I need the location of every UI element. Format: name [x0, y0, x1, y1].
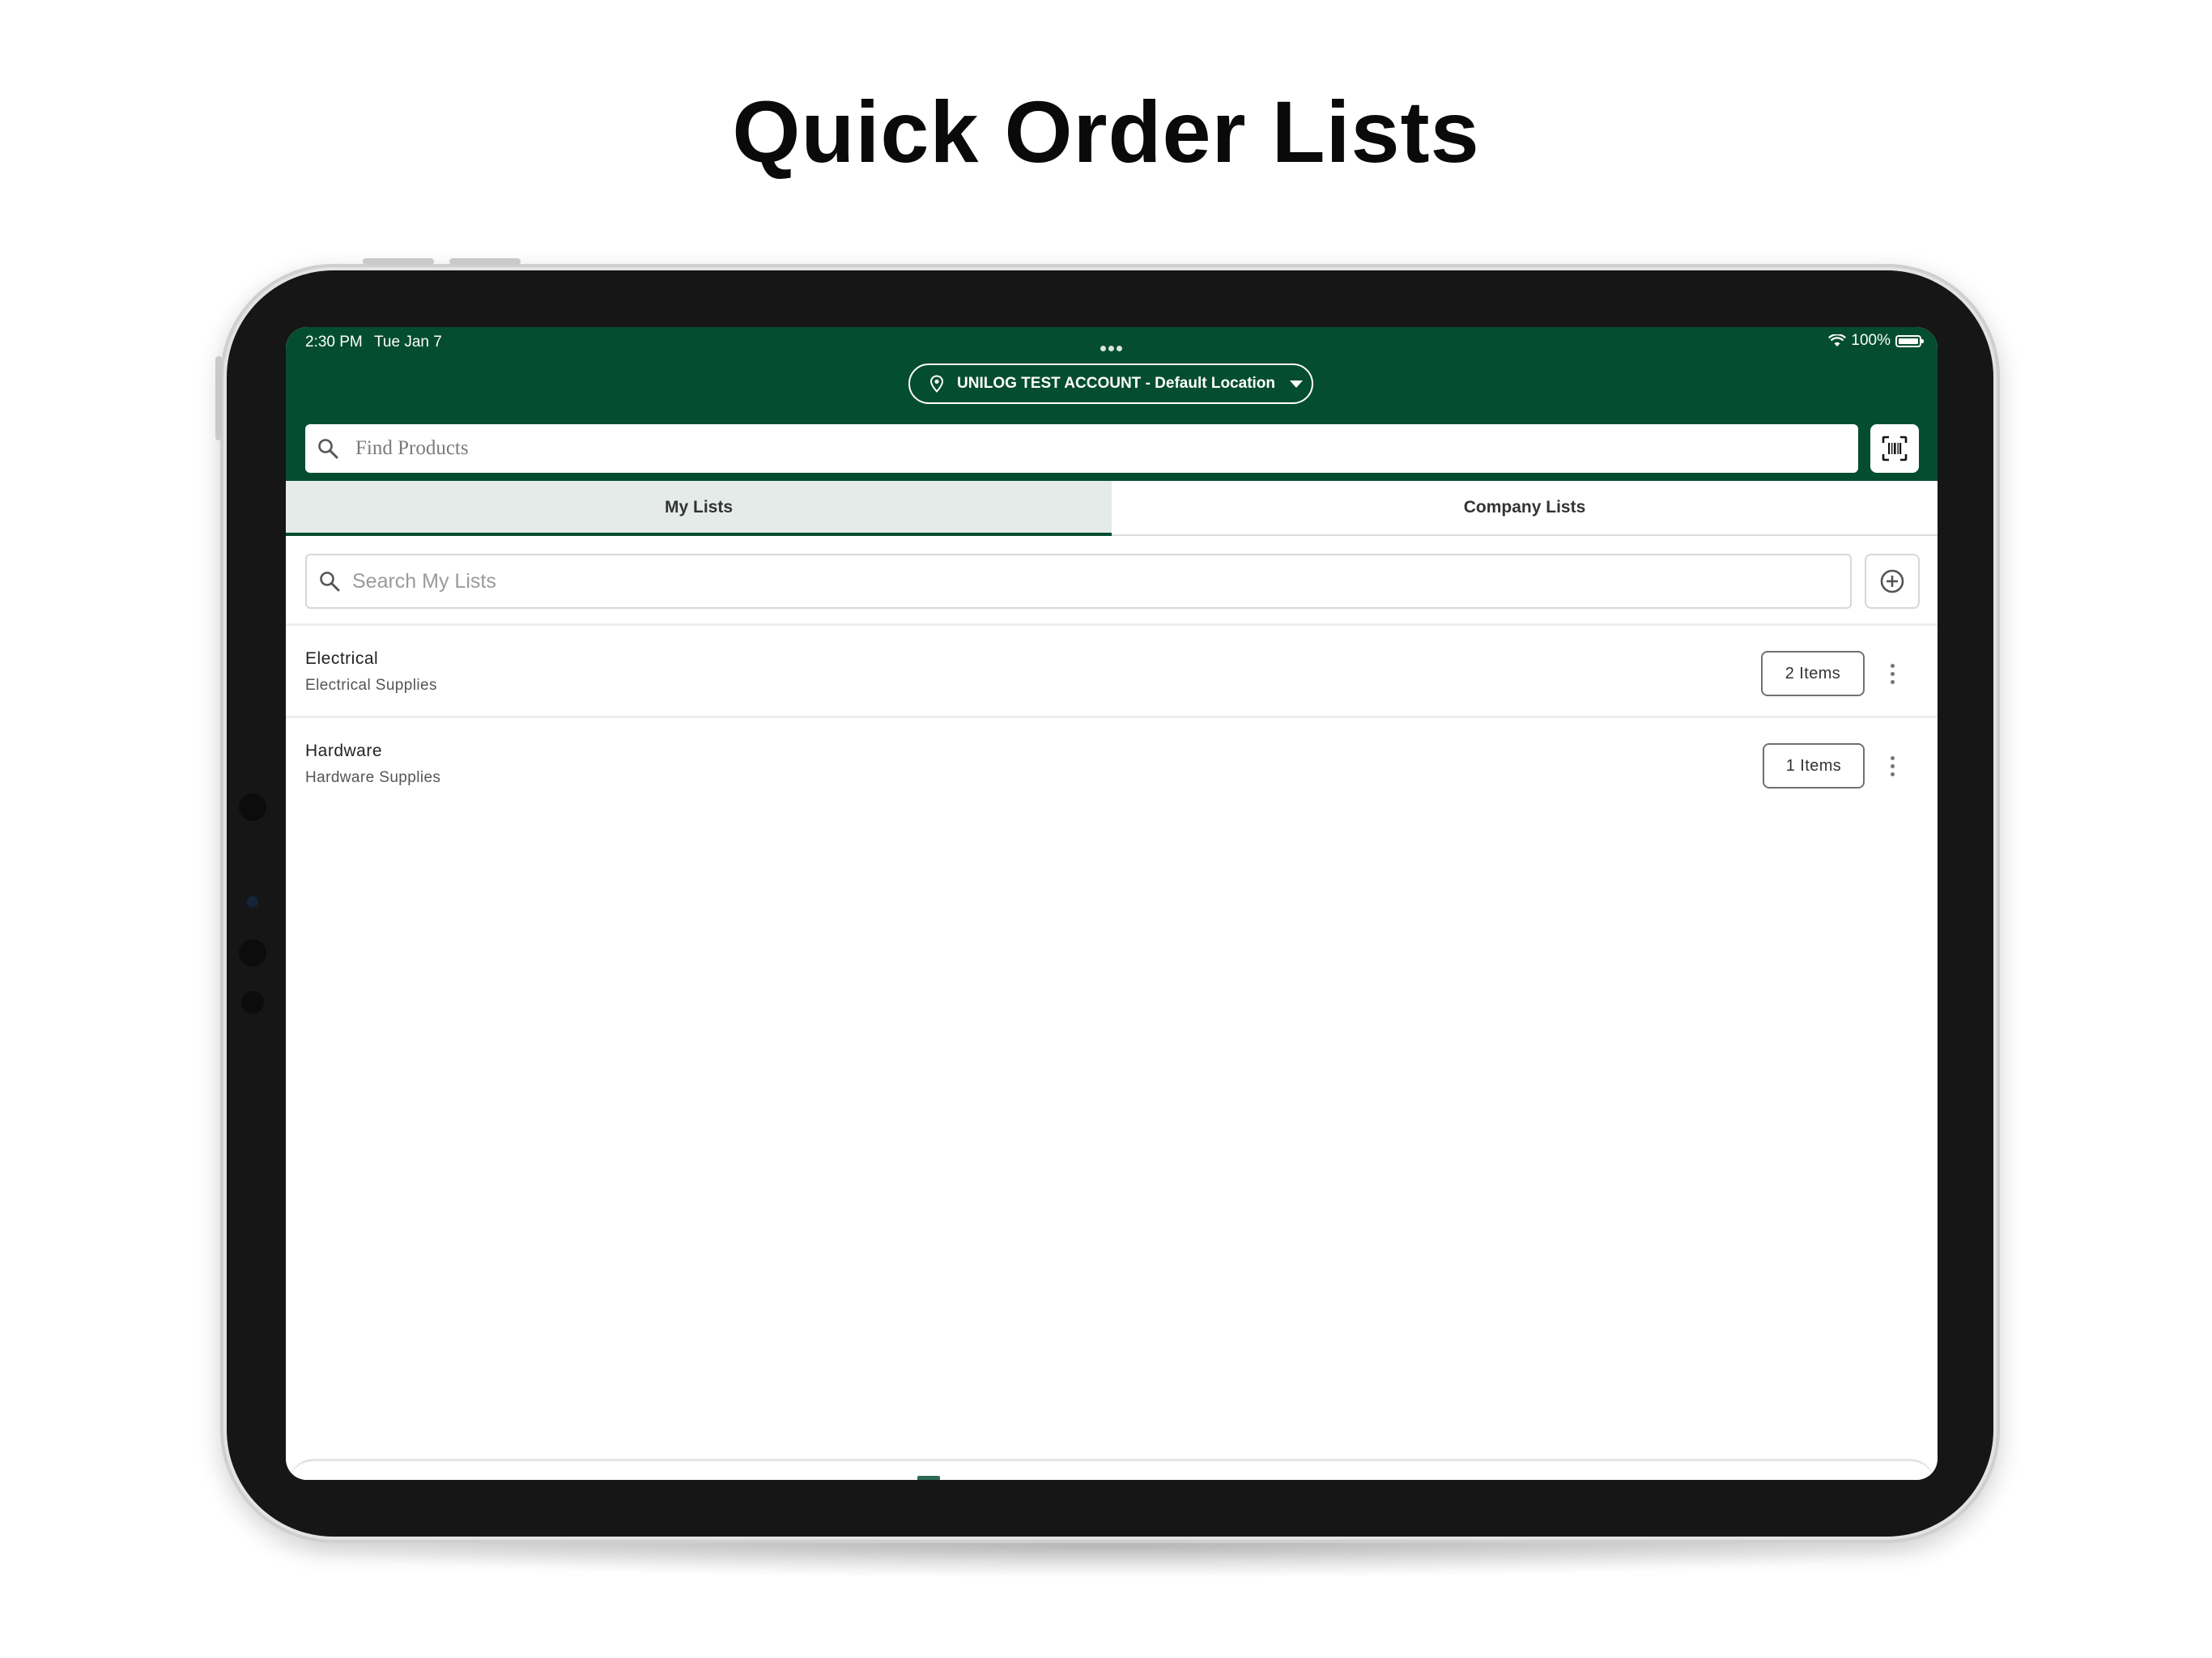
tab-company-lists[interactable]: Company Lists — [1112, 481, 1938, 534]
chevron-down-icon — [1290, 380, 1304, 388]
barcode-scan-button[interactable] — [1870, 424, 1919, 473]
power-button-side — [215, 356, 222, 440]
battery-percent: 100% — [1851, 332, 1891, 349]
camera-sensor — [239, 793, 266, 821]
search-my-lists-placeholder: Search My Lists — [352, 569, 496, 593]
list-subtitle: Hardware Supplies — [305, 769, 441, 786]
search-my-lists-input[interactable]: Search My Lists — [305, 554, 1852, 609]
camera-lens — [247, 896, 258, 908]
add-list-button[interactable] — [1865, 554, 1920, 609]
location-pin-icon — [929, 375, 944, 393]
list-divider — [286, 623, 1938, 626]
list-items-count-button[interactable]: 1 Items — [1763, 743, 1865, 789]
page-headline: Quick Order Lists — [732, 83, 1480, 181]
multitasking-dots[interactable] — [1100, 338, 1125, 351]
list-title: Electrical — [305, 649, 379, 668]
status-right: 100% — [1828, 332, 1924, 350]
list-items-count-button[interactable]: 2 Items — [1761, 651, 1865, 696]
status-bar: 2:30 PM Tue Jan 7 100% — [286, 327, 1938, 356]
list-tabs: My Lists Company Lists — [286, 481, 1938, 536]
volume-button-top-2 — [449, 258, 521, 265]
barcode-scan-icon — [1882, 436, 1908, 461]
tab-my-lists[interactable]: My Lists — [286, 481, 1112, 536]
find-products-search[interactable]: Find Products — [305, 424, 1858, 473]
app-screen: 2:30 PM Tue Jan 7 100% UNILOG TEST ACCOU… — [286, 327, 1938, 1480]
camera-sensor-3 — [241, 991, 264, 1014]
app-header: 2:30 PM Tue Jan 7 100% UNILOG TEST ACCOU… — [286, 327, 1938, 481]
list-item[interactable]: Electrical Electrical Supplies 2 Items — [286, 627, 1938, 716]
more-vertical-icon[interactable] — [1882, 750, 1902, 782]
battery-icon — [1895, 334, 1924, 347]
search-icon — [320, 572, 340, 592]
account-location-selector[interactable]: UNILOG TEST ACCOUNT - Default Location — [908, 363, 1313, 404]
status-time: 2:30 PM — [305, 334, 363, 351]
bottom-tab-bar — [289, 1459, 1934, 1480]
search-icon — [318, 439, 338, 459]
more-vertical-icon[interactable] — [1882, 657, 1902, 690]
camera-sensor-2 — [239, 939, 266, 967]
add-circle-icon — [1880, 569, 1904, 593]
list-divider — [286, 716, 1938, 718]
bottom-tab-indicator — [917, 1476, 940, 1480]
volume-button-top — [363, 258, 434, 265]
list-title: Hardware — [305, 742, 383, 760]
status-date: Tue Jan 7 — [374, 334, 442, 351]
list-item[interactable]: Hardware Hardware Supplies 1 Items — [286, 719, 1938, 808]
wifi-icon — [1828, 334, 1847, 346]
account-location-label: UNILOG TEST ACCOUNT - Default Location — [957, 375, 1276, 392]
find-products-placeholder: Find Products — [355, 437, 469, 459]
list-subtitle: Electrical Supplies — [305, 677, 437, 694]
